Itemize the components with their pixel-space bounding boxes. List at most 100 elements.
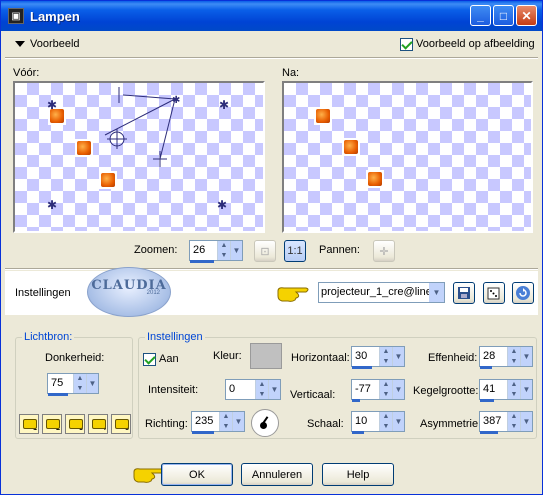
spin-up-icon[interactable]: ▲ xyxy=(218,241,230,251)
schaal-value[interactable]: 10 xyxy=(352,412,379,431)
save-icon xyxy=(458,287,470,299)
divider xyxy=(5,57,538,59)
fit-zoom-button[interactable]: ⊡ xyxy=(254,240,276,262)
spin-down-icon[interactable]: ▼ xyxy=(380,389,392,399)
intensiteit-value[interactable]: 0 xyxy=(226,380,255,399)
lichtbron-title: Lichtbron: xyxy=(22,331,75,343)
dropdown-arrow-icon[interactable]: ▼ xyxy=(392,380,404,399)
zoom-slider-bar[interactable] xyxy=(190,260,214,263)
verticaal-value[interactable]: -77 xyxy=(352,380,379,399)
richting-value[interactable]: 235 xyxy=(192,412,219,431)
spin-down-icon[interactable]: ▼ xyxy=(218,250,230,260)
aan-checkbox[interactable] xyxy=(143,353,156,366)
lamp-preset-5-button[interactable]: 5 xyxy=(111,414,131,434)
close-button[interactable]: ✕ xyxy=(516,5,537,26)
dropdown-arrow-icon[interactable]: ▼ xyxy=(230,241,242,260)
spin-down-icon[interactable]: ▼ xyxy=(74,383,86,393)
richting-spinner[interactable]: 235 ▲ ▼ ▼ xyxy=(191,411,245,432)
dropdown-arrow-icon[interactable]: ▼ xyxy=(86,374,98,393)
horizontaal-slider-bar[interactable] xyxy=(352,366,372,369)
help-button[interactable]: Help xyxy=(322,463,394,486)
after-preview[interactable] xyxy=(282,81,533,233)
spin-down-icon[interactable]: ▼ xyxy=(508,421,520,431)
dropdown-arrow-icon[interactable]: ▼ xyxy=(392,347,404,366)
spin-up-icon[interactable]: ▲ xyxy=(380,347,392,357)
zoom-spinner[interactable]: 26 ▲ ▼ ▼ xyxy=(189,240,243,261)
actual-size-button[interactable]: 1:1 xyxy=(284,240,306,262)
dropdown-arrow-icon[interactable]: ▼ xyxy=(520,347,532,366)
kegelgrootte-value[interactable]: 41 xyxy=(480,380,507,399)
horizontaal-spinner[interactable]: 30 ▲ ▼ ▼ xyxy=(351,346,405,367)
dropdown-arrow-icon[interactable]: ▼ xyxy=(392,412,404,431)
light-direction-guides[interactable]: ✱ xyxy=(15,83,263,231)
preview-on-image-checkbox[interactable] xyxy=(400,38,413,51)
richting-dial[interactable] xyxy=(251,409,279,437)
effenheid-value[interactable]: 28 xyxy=(480,347,507,366)
spin-down-icon[interactable]: ▼ xyxy=(256,389,268,399)
cancel-button[interactable]: Annuleren xyxy=(241,463,313,486)
spin-down-icon[interactable]: ▼ xyxy=(380,421,392,431)
random-button[interactable] xyxy=(483,282,505,304)
preset-combo[interactable]: projecteur_1_cre@line ▼ xyxy=(318,282,445,303)
horizontaal-value[interactable]: 30 xyxy=(352,347,379,366)
save-preset-button[interactable] xyxy=(453,282,475,304)
title-bar[interactable]: ▣ Lampen _ □ ✕ xyxy=(1,1,542,31)
zoom-value[interactable]: 26 xyxy=(190,241,217,260)
spin-down-icon[interactable]: ▼ xyxy=(508,356,520,366)
effenheid-slider-bar[interactable] xyxy=(480,366,492,369)
verticaal-spinner[interactable]: -77 ▲ ▼ ▼ xyxy=(351,379,405,400)
spin-up-icon[interactable]: ▲ xyxy=(508,347,520,357)
donkerheid-slider-bar[interactable] xyxy=(48,393,68,396)
asymmetrie-spinner[interactable]: 387 ▲ ▼ ▼ xyxy=(479,411,533,432)
spin-up-icon[interactable]: ▲ xyxy=(256,380,268,390)
preview-on-image-label[interactable]: Voorbeeld op afbeelding xyxy=(416,38,535,50)
spin-up-icon[interactable]: ▲ xyxy=(380,380,392,390)
minimize-button[interactable]: _ xyxy=(470,5,491,26)
lamp-preset-3-button[interactable]: 3 xyxy=(65,414,85,434)
schaal-slider-bar[interactable] xyxy=(352,431,364,434)
horizontaal-label: Horizontaal: xyxy=(291,352,350,364)
spin-up-icon[interactable]: ▲ xyxy=(74,374,86,384)
spin-down-icon[interactable]: ▼ xyxy=(508,389,520,399)
before-label: Vóór: xyxy=(13,67,40,79)
lamp-preset-4-button[interactable]: 4 xyxy=(88,414,108,434)
effenheid-spinner[interactable]: 28 ▲ ▼ ▼ xyxy=(479,346,533,367)
kegelgrootte-slider-bar[interactable] xyxy=(480,399,494,402)
schaal-label: Schaal: xyxy=(307,418,344,430)
dropdown-arrow-icon[interactable]: ▼ xyxy=(429,283,444,302)
schaal-spinner[interactable]: 10 ▲ ▼ ▼ xyxy=(351,411,405,432)
donkerheid-value[interactable]: 75 xyxy=(48,374,73,393)
dropdown-arrow-icon[interactable]: ▼ xyxy=(520,412,532,431)
lamp-preset-2-button[interactable]: 2 xyxy=(42,414,62,434)
asymmetrie-slider-bar[interactable] xyxy=(480,431,498,434)
intensiteit-spinner[interactable]: 0 ▲ ▼ ▼ xyxy=(225,379,281,400)
spin-down-icon[interactable]: ▼ xyxy=(220,421,232,431)
preset-value[interactable]: projecteur_1_cre@line xyxy=(319,283,429,302)
kleur-swatch[interactable] xyxy=(250,343,282,369)
reset-button[interactable] xyxy=(512,282,534,304)
spin-up-icon[interactable]: ▲ xyxy=(508,380,520,390)
voorbeeld-label[interactable]: Voorbeeld xyxy=(30,38,80,50)
asymmetrie-value[interactable]: 387 xyxy=(480,412,507,431)
pan-button[interactable]: ✛ xyxy=(373,240,395,262)
dropdown-arrow-icon[interactable]: ▼ xyxy=(520,380,532,399)
dropdown-arrow-icon[interactable]: ▼ xyxy=(232,412,244,431)
pointing-hand-icon xyxy=(277,287,309,302)
before-preview[interactable]: ✱ ✱ ✱ ✱ ✱ xyxy=(13,81,265,233)
collapse-triangle-icon[interactable] xyxy=(15,41,25,47)
ok-button[interactable]: OK xyxy=(161,463,233,486)
verticaal-slider-bar[interactable] xyxy=(352,399,360,402)
claudia-logo: CLAUDIA 2012 xyxy=(87,267,171,317)
richting-slider-bar[interactable] xyxy=(192,431,214,434)
kegelgrootte-spinner[interactable]: 41 ▲ ▼ ▼ xyxy=(479,379,533,400)
spin-up-icon[interactable]: ▲ xyxy=(220,412,232,422)
spin-down-icon[interactable]: ▼ xyxy=(380,356,392,366)
spin-up-icon[interactable]: ▲ xyxy=(508,412,520,422)
spin-up-icon[interactable]: ▲ xyxy=(380,412,392,422)
lamp-preset-1-button[interactable]: 1 xyxy=(19,414,39,434)
dropdown-arrow-icon[interactable]: ▼ xyxy=(268,380,280,399)
maximize-button[interactable]: □ xyxy=(493,5,514,26)
donkerheid-spinner[interactable]: 75 ▲ ▼ ▼ xyxy=(47,373,99,394)
lampen-dialog: ▣ Lampen _ □ ✕ Voorbeeld Voorbeeld op af… xyxy=(0,0,543,495)
aan-label[interactable]: Aan xyxy=(159,353,179,365)
